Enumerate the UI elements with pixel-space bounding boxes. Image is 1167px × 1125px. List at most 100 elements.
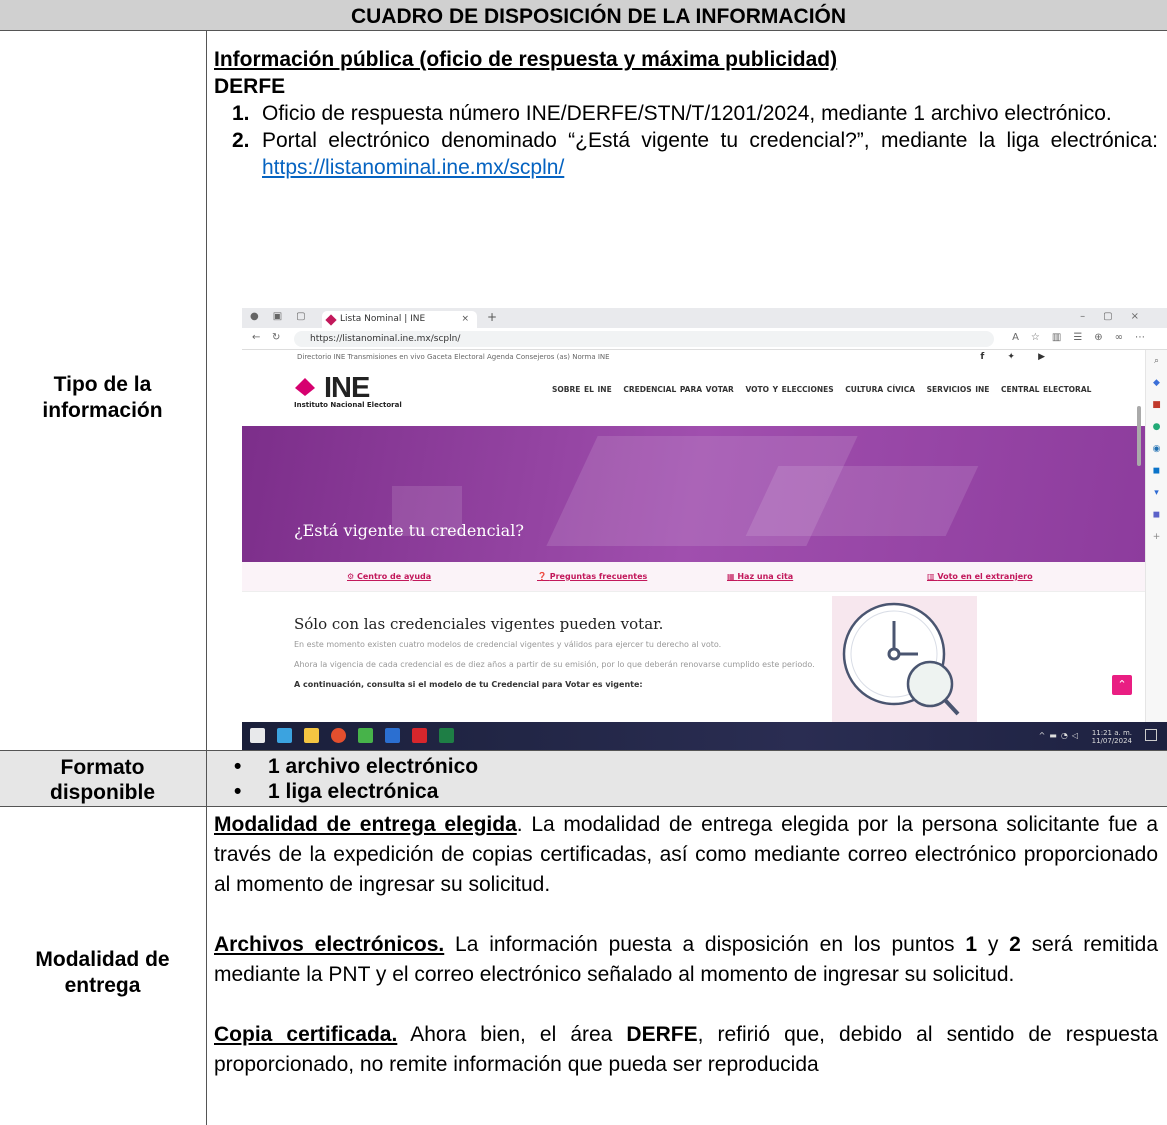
paragraph-lead: Archivos electrónicos.	[214, 933, 445, 956]
teams-icon[interactable]: ◼	[1146, 504, 1167, 526]
browser-tab[interactable]: Lista Nominal | INE ×	[322, 311, 477, 328]
tipo-content: Información pública (oficio de respuesta…	[214, 46, 1158, 181]
tab-title: Lista Nominal | INE	[340, 314, 426, 324]
quick-links: ⚙ Centro de ayuda ❓ Preguntas frecuentes…	[242, 562, 1145, 592]
ine-logo-icon	[295, 378, 315, 396]
acrobat-icon[interactable]	[412, 728, 427, 743]
browser-toolbar-icons[interactable]: A☆▥☰⊕∞⋯	[1012, 332, 1157, 343]
menu-item[interactable]: VOTO Y ELECCIONES	[745, 385, 833, 394]
modalidad-paragraph: Modalidad de entrega elegida. La modalid…	[214, 810, 1158, 900]
abroad-vote-link[interactable]: ▥ Voto en el extranjero	[927, 572, 1033, 581]
briefcase-icon[interactable]: ■	[1146, 394, 1167, 416]
scroll-top-button[interactable]: ⌃	[1112, 675, 1132, 695]
webpage: Directorio INE Transmisiones en vivo Gac…	[242, 350, 1145, 722]
window-controls[interactable]: –▢×	[1080, 311, 1157, 322]
social-icons[interactable]: f ✦ ▶	[980, 352, 1055, 362]
close-tab-icon[interactable]: ×	[461, 311, 469, 328]
calendar-icon: ▦	[727, 572, 738, 581]
outlook-icon[interactable]: ◼	[1146, 460, 1167, 482]
help-link[interactable]: ⚙ Centro de ayuda	[347, 572, 431, 581]
item-text: Oficio de respuesta número INE/DERFE/STN…	[262, 102, 1112, 125]
page-body: Sólo con las credenciales vigentes puede…	[294, 615, 854, 699]
modalidad-content: Modalidad de entrega elegida. La modalid…	[214, 810, 1158, 1080]
explorer-icon[interactable]	[304, 728, 319, 743]
paragraph-text: y	[977, 933, 1010, 956]
search-icon[interactable]: ⌕	[1146, 350, 1167, 372]
tag-icon[interactable]: ◆	[1146, 372, 1167, 394]
reload-icon[interactable]: ↻	[272, 332, 280, 343]
browser-screenshot: ●▣▢ Lista Nominal | INE × + –▢× ← ↻ http…	[242, 308, 1167, 750]
map-icon: ▥	[927, 572, 938, 581]
row-divider	[0, 30, 1167, 31]
item-number: 1.	[232, 102, 250, 125]
menu-item[interactable]: CULTURA CÍVICA	[845, 385, 915, 394]
new-tab-icon[interactable]: +	[487, 310, 497, 324]
formato-label: Formato disponible	[50, 756, 155, 804]
system-clock[interactable]: 11:21 a. m. 11/07/2024	[1092, 729, 1132, 745]
appointment-link-label: Haz una cita	[737, 572, 794, 581]
hero-decoration	[745, 466, 979, 536]
ine-favicon-icon	[325, 314, 337, 326]
main-menu: SOBRE EL INE CREDENCIAL PARA VOTAR VOTO …	[552, 385, 1099, 394]
app-icon[interactable]	[358, 728, 373, 743]
tray-icons[interactable]: ^▬◔◁	[1039, 731, 1082, 740]
copia-paragraph: Copia certificada. Ahora bien, el área D…	[214, 1020, 1158, 1080]
item-number: 2.	[232, 129, 250, 152]
top-links[interactable]: Directorio INE Transmisiones en vivo Gac…	[297, 353, 610, 361]
clock-illustration	[832, 596, 977, 722]
logo-subtitle: Instituto Nacional Electoral	[294, 401, 402, 409]
paragraph-lead: Modalidad de entrega elegida	[214, 813, 517, 836]
edge-icon[interactable]	[277, 728, 292, 743]
portal-link[interactable]: https://listanominal.ine.mx/scpln/	[262, 156, 564, 179]
notification-icon[interactable]	[1145, 729, 1157, 741]
tipo-label: Tipo de la información	[42, 373, 163, 422]
column-divider	[206, 30, 207, 1125]
list-item: 1 archivo electrónico	[210, 754, 1150, 779]
archivos-paragraph: Archivos electrónicos. La información pu…	[214, 930, 1158, 990]
clock-date: 11/07/2024	[1091, 737, 1132, 745]
windows-taskbar: ^▬◔◁ 11:21 a. m. 11/07/2024	[242, 722, 1167, 750]
item-text: Portal electrónico denominado “¿Está vig…	[262, 129, 1158, 152]
menu-item[interactable]: CREDENCIAL PARA VOTAR	[623, 385, 733, 394]
modalidad-label: Modalidad de entrega	[35, 948, 170, 997]
browser-tab-bar: ●▣▢ Lista Nominal | INE × + –▢×	[242, 308, 1167, 328]
back-icon[interactable]: ←	[252, 332, 260, 343]
area-name: DERFE	[626, 1023, 698, 1046]
menu-item[interactable]: SERVICIOS INE	[927, 385, 990, 394]
question-icon: ❓	[537, 572, 550, 581]
point-number: 2	[1009, 933, 1021, 956]
outlook-taskbar-icon[interactable]	[385, 728, 400, 743]
add-icon[interactable]: +	[1146, 526, 1167, 548]
area-label: DERFE	[214, 75, 286, 98]
list-item: 2. Portal electrónico denominado “¿Está …	[214, 127, 1158, 181]
body-heading: Sólo con las credenciales vigentes puede…	[294, 615, 664, 633]
drop-icon[interactable]: ▾	[1146, 482, 1167, 504]
excel-icon[interactable]	[439, 728, 454, 743]
help-link-label: Centro de ayuda	[356, 572, 432, 581]
faq-link-label: Preguntas frecuentes	[549, 572, 648, 581]
formato-list: 1 archivo electrónico 1 liga electrónica	[210, 754, 1150, 804]
row-divider	[0, 806, 1167, 807]
paragraph-text: La información puesta a disposición en l…	[444, 933, 966, 956]
menu-item[interactable]: CENTRAL ELECTORAL	[1001, 385, 1091, 394]
start-icon[interactable]	[250, 728, 265, 743]
faq-link[interactable]: ❓ Preguntas frecuentes	[537, 572, 647, 581]
games-icon[interactable]: ◉	[1146, 438, 1167, 460]
row-divider	[0, 750, 1167, 751]
people-icon[interactable]: ●	[1146, 416, 1167, 438]
paragraph-text: Ahora bien, el área	[397, 1023, 627, 1046]
hero-title: ¿Está vigente tu credencial?	[294, 521, 524, 540]
profile-icon[interactable]: ●▣▢	[250, 311, 320, 322]
chrome-icon[interactable]	[331, 728, 346, 743]
address-bar-row: ← ↻ https://listanominal.ine.mx/scpln/ A…	[242, 328, 1167, 350]
appointment-link[interactable]: ▦ Haz una cita	[727, 572, 793, 581]
clock-time: 11:21 a. m.	[1091, 729, 1132, 737]
scrollbar[interactable]	[1137, 406, 1141, 466]
body-paragraph: En este momento existen cuatro modelos d…	[294, 640, 722, 649]
menu-item[interactable]: SOBRE EL INE	[552, 385, 612, 394]
address-input[interactable]: https://listanominal.ine.mx/scpln/	[294, 331, 994, 347]
tipo-list: 1. Oficio de respuesta número INE/DERFE/…	[214, 100, 1158, 181]
browser-sidebar: ⌕ ◆ ■ ● ◉ ◼ ▾ ◼ +	[1145, 350, 1167, 722]
list-item: 1 liga electrónica	[210, 779, 1150, 804]
point-number: 1	[965, 933, 978, 956]
